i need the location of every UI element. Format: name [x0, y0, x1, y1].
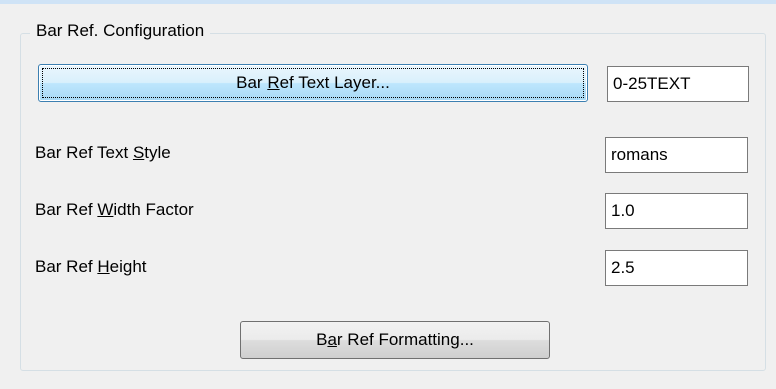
height-field[interactable] — [605, 250, 748, 286]
access-key: S — [132, 143, 145, 162]
bar-ref-text-layer-button-label: Bar Ref Text Layer... — [236, 73, 390, 92]
text-layer-field[interactable] — [607, 66, 749, 102]
bar-ref-formatting-button-label: Bar Ref Formatting... — [316, 330, 474, 349]
height-label: Bar Ref Height — [35, 257, 147, 276]
bar-ref-text-layer-button[interactable]: Bar Ref Text Layer... — [38, 64, 588, 102]
text-style-field[interactable] — [605, 137, 748, 173]
access-key: R — [267, 73, 280, 92]
bar-ref-formatting-button[interactable]: Bar Ref Formatting... — [240, 321, 550, 359]
text-style-label: Bar Ref Text Style — [35, 143, 171, 162]
window-top-edge — [0, 0, 776, 4]
access-key: H — [97, 257, 110, 276]
width-factor-label: Bar Ref Width Factor — [35, 200, 194, 219]
access-key: a — [327, 330, 337, 349]
access-key: W — [97, 200, 114, 219]
group-title: Bar Ref. Configuration — [30, 20, 211, 42]
width-factor-field[interactable] — [605, 193, 748, 229]
